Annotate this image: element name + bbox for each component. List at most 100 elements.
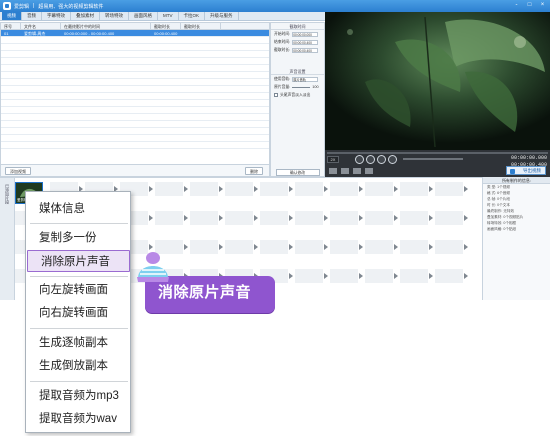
menu-item-media-info[interactable]: 媒体信息 bbox=[26, 198, 130, 220]
timeline-slot[interactable] bbox=[365, 269, 393, 283]
timeline-slot[interactable] bbox=[225, 211, 253, 225]
prev-frame-icon[interactable] bbox=[355, 155, 364, 164]
timeline-slot[interactable] bbox=[225, 240, 253, 254]
end-time-input[interactable]: 00:00:00.400 bbox=[292, 39, 319, 45]
timeline-slot[interactable] bbox=[330, 182, 358, 196]
timeline-slot[interactable] bbox=[400, 211, 428, 225]
menu-item-extract-wav[interactable]: 提取音频为wav bbox=[26, 408, 130, 430]
tab-karaoke[interactable]: 卡拉OK bbox=[179, 12, 206, 20]
timeline-slot[interactable] bbox=[190, 182, 218, 196]
menu-item-extract-mp3[interactable]: 提取音频为mp3 bbox=[26, 385, 130, 407]
timeline-slot[interactable] bbox=[295, 182, 323, 196]
timeline-slot[interactable] bbox=[295, 269, 323, 283]
fullscreen-icon[interactable] bbox=[365, 168, 373, 174]
timeline-slot[interactable] bbox=[435, 240, 463, 254]
stop-icon[interactable] bbox=[377, 155, 386, 164]
tab-upgrade[interactable]: 升级与服务 bbox=[205, 12, 239, 20]
table-row-empty bbox=[1, 51, 269, 58]
col-duration[interactable]: 截取时长 bbox=[151, 23, 181, 29]
timeline-slot[interactable] bbox=[400, 240, 428, 254]
folder-icon[interactable] bbox=[341, 168, 349, 174]
timeline-slot[interactable] bbox=[365, 211, 393, 225]
timeline-slot[interactable] bbox=[190, 240, 218, 254]
arrow-right-icon bbox=[219, 215, 223, 221]
track-label: 使用音轨: bbox=[274, 77, 291, 81]
table-row-empty bbox=[1, 79, 269, 86]
info-panel: 所有制作的信息: 类 型: 1个视频 格 式: 6个音频 总 帧: 0个片段 时… bbox=[482, 177, 550, 300]
timeline-slot[interactable] bbox=[365, 182, 393, 196]
fade-checkbox[interactable] bbox=[274, 93, 278, 97]
timeline-slot[interactable] bbox=[400, 269, 428, 283]
play-icon[interactable] bbox=[366, 155, 375, 164]
timeline-slot[interactable] bbox=[330, 211, 358, 225]
timeline-slot[interactable] bbox=[155, 182, 183, 196]
timeline-slot[interactable] bbox=[295, 211, 323, 225]
menu-item-duplicate[interactable]: 复制多一份 bbox=[26, 227, 130, 249]
duration-input[interactable]: 00:00:00.400 bbox=[292, 47, 319, 53]
next-frame-icon[interactable] bbox=[388, 155, 397, 164]
volume-track[interactable] bbox=[403, 158, 463, 160]
tab-overlay[interactable]: 叠加素材 bbox=[71, 12, 100, 20]
maximize-icon[interactable]: □ bbox=[526, 2, 533, 9]
zoom-label[interactable]: 2X bbox=[327, 156, 339, 163]
menu-separator bbox=[30, 276, 128, 277]
arrow-right-icon bbox=[429, 186, 433, 192]
crop-icon[interactable] bbox=[353, 168, 361, 174]
tab-mtv[interactable]: MTV bbox=[158, 12, 179, 20]
add-video-button[interactable]: 添加视频 bbox=[5, 167, 31, 175]
timeline-slot[interactable] bbox=[435, 269, 463, 283]
timeline-slot[interactable] bbox=[330, 269, 358, 283]
timeline-slot[interactable] bbox=[225, 182, 253, 196]
timeline-slot[interactable] bbox=[400, 182, 428, 196]
timeline-slot[interactable] bbox=[260, 182, 288, 196]
arrow-right-icon bbox=[359, 186, 363, 192]
tab-picture-style[interactable]: 画面风格 bbox=[129, 12, 158, 20]
minimize-icon[interactable]: - bbox=[513, 2, 520, 9]
menu-separator bbox=[30, 328, 128, 329]
table-row[interactable]: 01 爱剪辑-周杰 00:00:00.000 - 00:00:00.400 00… bbox=[1, 30, 269, 37]
progress-bar[interactable] bbox=[327, 152, 548, 154]
start-time-input[interactable]: 00:00:00.000 bbox=[292, 31, 319, 37]
export-video-button[interactable]: 导出视频 bbox=[506, 166, 546, 175]
start-time-label: 开始时间: bbox=[274, 32, 291, 36]
tab-transitions[interactable]: 转场特效 bbox=[100, 12, 129, 20]
timeline-slot[interactable] bbox=[260, 211, 288, 225]
volume-label: 原片音量: bbox=[274, 85, 291, 89]
table-row-empty bbox=[1, 44, 269, 51]
preview-frame-image bbox=[325, 12, 550, 150]
timeline-slot[interactable] bbox=[365, 240, 393, 254]
arrow-right-icon bbox=[324, 244, 328, 250]
confirm-modify-button[interactable]: 确认修改 bbox=[275, 169, 320, 176]
video-preview[interactable] bbox=[325, 12, 550, 150]
delete-button[interactable]: 删除 bbox=[245, 167, 263, 175]
timeline-slot[interactable] bbox=[435, 182, 463, 196]
menu-item-frame-copy[interactable]: 生成逐帧副本 bbox=[26, 332, 130, 354]
col-index[interactable]: 序号 bbox=[1, 23, 21, 29]
menu-item-mute-original[interactable]: 消除原片声音 bbox=[27, 250, 130, 272]
arrow-right-icon bbox=[324, 186, 328, 192]
menu-item-reverse-copy[interactable]: 生成倒放副本 bbox=[26, 355, 130, 377]
tab-audio[interactable]: 音频 bbox=[22, 12, 42, 20]
timeline-slot[interactable] bbox=[295, 240, 323, 254]
app-title: 爱剪辑 bbox=[14, 3, 30, 10]
snapshot-icon[interactable] bbox=[329, 168, 337, 174]
timeline-slot[interactable] bbox=[155, 211, 183, 225]
info-panel-title: 所有制作的信息: bbox=[483, 177, 550, 184]
duration-row: 截取时长: 00:00:00.400 bbox=[271, 46, 324, 54]
track-select[interactable]: 原片音轨 bbox=[292, 76, 319, 82]
menu-item-rotate-right[interactable]: 向右旋转画面 bbox=[26, 302, 130, 324]
tab-video[interactable]: 视频 bbox=[2, 12, 22, 20]
timeline-slot[interactable] bbox=[330, 240, 358, 254]
volume-slider[interactable] bbox=[292, 86, 311, 88]
table-row-empty bbox=[1, 107, 269, 114]
close-icon[interactable]: × bbox=[539, 2, 546, 9]
col-time[interactable]: 在最终影片中的时间 bbox=[61, 23, 151, 29]
menu-item-rotate-left[interactable]: 向左旋转画面 bbox=[26, 279, 130, 301]
timeline-slot[interactable] bbox=[190, 211, 218, 225]
tab-subtitle-effects[interactable]: 字幕特效 bbox=[42, 12, 71, 20]
timeline-slot[interactable] bbox=[435, 211, 463, 225]
col-filename[interactable]: 文件名 bbox=[21, 23, 61, 29]
col-duration-2[interactable]: 截取时长 bbox=[181, 23, 221, 29]
duration-label: 截取时长: bbox=[274, 48, 291, 52]
timeline-slot[interactable] bbox=[260, 240, 288, 254]
